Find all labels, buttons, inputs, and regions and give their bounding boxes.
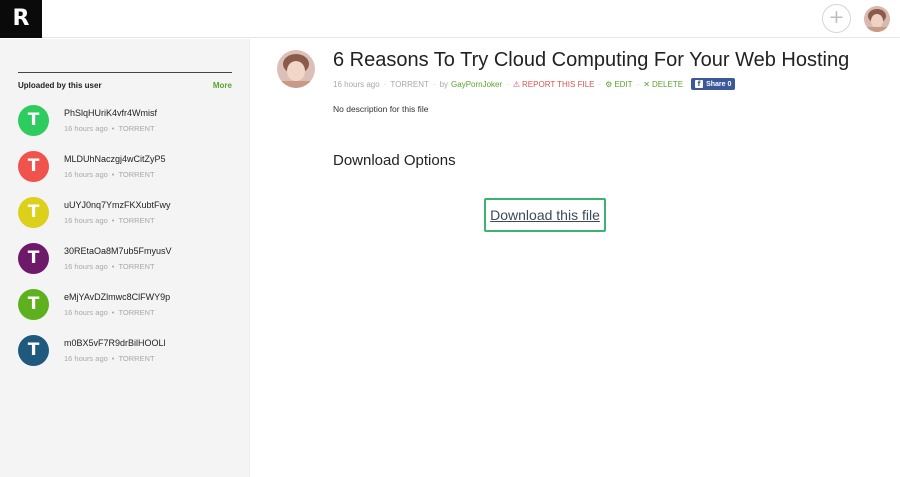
file-type-badge: T [18, 105, 49, 136]
file-time: 16 hours ago [64, 170, 108, 179]
uploader-avatar[interactable] [277, 50, 315, 88]
warning-icon: ⚠ [512, 79, 521, 89]
file-type: TORRENT [390, 79, 429, 89]
edit-link[interactable]: ⚙ EDIT [605, 80, 632, 89]
file-name-link[interactable]: PhSlqHUriK4vfr4Wmisf [64, 108, 157, 118]
download-options-heading: Download Options [333, 152, 456, 169]
sidebar: Uploaded by this user More T PhSlqHUriK4… [0, 39, 250, 477]
page-title: 6 Reasons To Try Cloud Computing For You… [333, 49, 850, 71]
upload-time: 16 hours ago [333, 79, 380, 89]
file-type: TORRENT [118, 262, 155, 271]
list-item[interactable]: T PhSlqHUriK4vfr4Wmisf 16 hours ago • TORR… [18, 105, 238, 151]
file-time: 16 hours ago [64, 354, 108, 363]
uploader-link[interactable]: GayPornJoker [451, 80, 502, 89]
file-meta: 16 hours ago • TORRENT [64, 262, 155, 271]
avatar-image [864, 6, 890, 32]
file-type: TORRENT [118, 170, 155, 179]
file-description: No description for this file [333, 104, 429, 114]
report-label: REPORT THIS FILE [522, 79, 595, 89]
file-time: 16 hours ago [64, 216, 108, 225]
list-item[interactable]: T MLDUhNaczgj4wCitZyP5 16 hours ago • TORR… [18, 151, 238, 197]
file-type-badge: T [18, 243, 49, 274]
plus-icon: + [828, 6, 845, 28]
uploaded-files-list: T PhSlqHUriK4vfr4Wmisf 16 hours ago • TORR… [18, 105, 238, 381]
avatar-image [277, 50, 315, 88]
file-meta-bar: 16 hours ago · TORRENT · by GayPornJoker… [333, 78, 736, 90]
file-time: 16 hours ago [64, 308, 108, 317]
list-item[interactable]: T 30REtaOa8M7ub5FmyusV 16 hours ago • TORR… [18, 243, 238, 289]
facebook-icon: f [695, 80, 704, 88]
sidebar-header: Uploaded by this user More [18, 72, 232, 94]
file-meta: 16 hours ago • TORRENT [64, 124, 155, 133]
file-time: 16 hours ago [64, 124, 108, 133]
file-meta: 16 hours ago • TORRENT [64, 308, 155, 317]
top-bar: R + [0, 0, 900, 38]
file-name-link[interactable]: MLDUhNaczgj4wCitZyP5 [64, 154, 166, 164]
add-upload-button[interactable]: + [822, 4, 851, 33]
share-label: Share 0 [706, 80, 732, 88]
file-type-badge: T [18, 197, 49, 228]
file-type: TORRENT [118, 354, 155, 363]
file-time: 16 hours ago [64, 262, 108, 271]
file-type-badge: T [18, 335, 49, 366]
file-type: TORRENT [118, 124, 155, 133]
file-type-badge: T [18, 151, 49, 182]
file-meta: 16 hours ago • TORRENT [64, 354, 155, 363]
facebook-share-button[interactable]: f Share 0 [691, 78, 736, 90]
file-name-link[interactable]: uUYJ0nq7YmzFKXubtFwy [64, 200, 171, 210]
site-logo[interactable]: R [0, 0, 42, 38]
list-item[interactable]: T uUYJ0nq7YmzFKXubtFwy 16 hours ago • TORR… [18, 197, 238, 243]
file-type: TORRENT [118, 216, 155, 225]
user-avatar[interactable] [864, 6, 890, 32]
list-item[interactable]: T m0BX5vF7R9drBilHOOLl 16 hours ago • TORR… [18, 335, 238, 381]
sidebar-title: Uploaded by this user [18, 81, 102, 90]
by-label: by [439, 79, 449, 89]
close-icon: ✕ [643, 79, 650, 89]
delete-link[interactable]: ✕ DELETE [643, 80, 683, 89]
file-meta: 16 hours ago • TORRENT [64, 216, 155, 225]
delete-label: DELETE [651, 79, 684, 89]
file-meta: 16 hours ago • TORRENT [64, 170, 155, 179]
edit-label: EDIT [614, 79, 633, 89]
gear-icon: ⚙ [605, 79, 613, 89]
report-file-link[interactable]: ⚠ REPORT THIS FILE [513, 80, 595, 89]
list-item[interactable]: T eMjYAvDZlmwc8ClFWY9p 16 hours ago • TORR… [18, 289, 238, 335]
file-name-link[interactable]: 30REtaOa8M7ub5FmyusV [64, 246, 172, 256]
file-type: TORRENT [118, 308, 155, 317]
file-type-badge: T [18, 289, 49, 320]
more-link[interactable]: More [213, 81, 232, 90]
download-button[interactable]: Download this file [484, 198, 606, 232]
file-name-link[interactable]: eMjYAvDZlmwc8ClFWY9p [64, 292, 170, 302]
file-name-link[interactable]: m0BX5vF7R9drBilHOOLl [64, 338, 166, 348]
